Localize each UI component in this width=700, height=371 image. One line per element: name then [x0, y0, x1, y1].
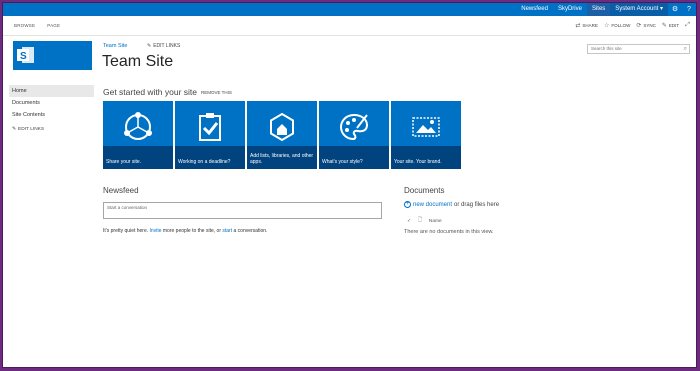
getting-started-tiles: Share your site. Working on a deadline? … [103, 101, 461, 169]
share-button[interactable]: ⇄ SHARE [575, 22, 598, 29]
left-nav: Home Documents Site Contents ✎ EDIT LINK… [9, 85, 94, 132]
share-icon [124, 112, 152, 140]
suite-links: Newsfeed SkyDrive Sites System Account ▾… [516, 3, 696, 16]
tab-page[interactable]: PAGE [47, 23, 60, 28]
svg-text:S: S [20, 51, 27, 62]
new-document-row: + new document or drag files here [404, 201, 499, 208]
edit-links-nav-button[interactable]: ✎ EDIT LINKS [9, 127, 94, 132]
drag-files-text: or drag files here [454, 201, 500, 208]
ribbon: BROWSE PAGE ⇄ SHARE ☆ FOLLOW ⟳ SYNC ✎ ED… [3, 16, 696, 36]
documents-empty-message: There are no documents in this view. [404, 229, 494, 235]
new-document-link[interactable]: new document [413, 202, 452, 208]
tile-add-apps[interactable]: Add lists, libraries, and other apps. [247, 101, 317, 169]
tab-browse[interactable]: BROWSE [14, 23, 35, 28]
account-menu[interactable]: System Account ▾ [610, 3, 668, 16]
documents-column-header: ✓ 🗋 Name [407, 217, 442, 225]
tile-share-site[interactable]: Share your site. [103, 101, 173, 169]
tile-label: Share your site. [103, 146, 173, 169]
remove-this-link[interactable]: REMOVE THIS [201, 90, 232, 95]
newsfeed-empty-message: It's pretty quiet here. Invite more peop… [103, 228, 267, 234]
tile-label: Working on a deadline? [175, 146, 245, 169]
conversation-input[interactable]: Start a conversation [103, 202, 382, 219]
newsfeed-title: Newsfeed [103, 186, 139, 195]
search-icon[interactable]: ⌕ [684, 45, 687, 53]
star-icon: ☆ [603, 23, 610, 29]
pencil-icon: ✎ [661, 23, 667, 29]
share-label: SHARE [582, 23, 598, 28]
follow-label: FOLLOW [611, 23, 631, 28]
quiet-suffix: a conversation. [232, 228, 268, 234]
documents-title: Documents [404, 186, 445, 195]
column-name[interactable]: Name [429, 219, 442, 224]
getting-started-title: Get started with your site [103, 87, 198, 97]
ribbon-actions: ⇄ SHARE ☆ FOLLOW ⟳ SYNC ✎ EDIT ⤢ [575, 22, 690, 29]
tile-label: Your site. Your brand. [391, 146, 461, 169]
edit-links-top-button[interactable]: ✎ EDIT LINKS [147, 43, 180, 49]
tile-label: What's your style? [319, 146, 389, 169]
brand-image-icon [412, 117, 440, 137]
palette-icon [339, 113, 369, 141]
suite-link-skydrive[interactable]: SkyDrive [553, 3, 587, 16]
edit-links-top-label: EDIT LINKS [153, 43, 181, 49]
conversation-placeholder: Start a conversation [107, 205, 148, 210]
site-logo[interactable]: S [13, 41, 92, 70]
edit-label: EDIT [668, 23, 680, 28]
nav-item-home[interactable]: Home [9, 85, 94, 97]
focus-content-button[interactable]: ⤢ [685, 22, 690, 29]
sync-button[interactable]: ⟳ SYNC [636, 22, 656, 29]
suite-link-sites[interactable]: Sites [586, 3, 611, 16]
quiet-prefix: It's pretty quiet here. [103, 228, 150, 234]
edit-links-nav-label: EDIT LINKS [18, 127, 45, 132]
edit-button[interactable]: ✎ EDIT [662, 22, 679, 29]
pencil-icon: ✎ [12, 127, 17, 132]
fullscreen-icon: ⤢ [685, 22, 690, 28]
suite-link-newsfeed[interactable]: Newsfeed [516, 3, 553, 16]
quiet-mid: more people to the site, or [161, 228, 223, 234]
document-type-icon: 🗋 [418, 218, 422, 223]
share-icon: ⇄ [575, 23, 581, 29]
invite-link[interactable]: Invite [150, 228, 162, 234]
breadcrumb-site-link[interactable]: Team Site [103, 43, 127, 49]
ribbon-tabs: BROWSE PAGE [14, 23, 60, 28]
follow-button[interactable]: ☆ FOLLOW [604, 22, 630, 29]
sync-label: SYNC [643, 23, 656, 28]
start-conversation-link[interactable]: start [222, 228, 232, 234]
page-title: Team Site [102, 53, 174, 70]
help-icon[interactable]: ? [682, 3, 696, 16]
add-icon[interactable]: + [404, 201, 411, 208]
tile-deadline[interactable]: Working on a deadline? [175, 101, 245, 169]
sharepoint-logo-icon: S [17, 47, 34, 63]
search-placeholder: Search this site [591, 46, 622, 51]
tile-label: Add lists, libraries, and other apps. [247, 146, 317, 169]
search-input[interactable]: Search this site ⌕ [587, 44, 690, 54]
nav-item-site-contents[interactable]: Site Contents [9, 109, 94, 121]
nav-item-documents[interactable]: Documents [9, 97, 94, 109]
clipboard-check-icon [199, 113, 221, 141]
gear-icon[interactable]: ⚙ [668, 3, 682, 16]
checkmark-icon[interactable]: ✓ [407, 219, 411, 224]
sync-icon: ⟳ [636, 23, 642, 29]
browser-frame: Newsfeed SkyDrive Sites System Account ▾… [2, 2, 697, 368]
pencil-icon: ✎ [147, 43, 152, 49]
tile-style[interactable]: What's your style? [319, 101, 389, 169]
apps-hexagon-icon [270, 112, 294, 142]
tile-brand[interactable]: Your site. Your brand. [391, 101, 461, 169]
